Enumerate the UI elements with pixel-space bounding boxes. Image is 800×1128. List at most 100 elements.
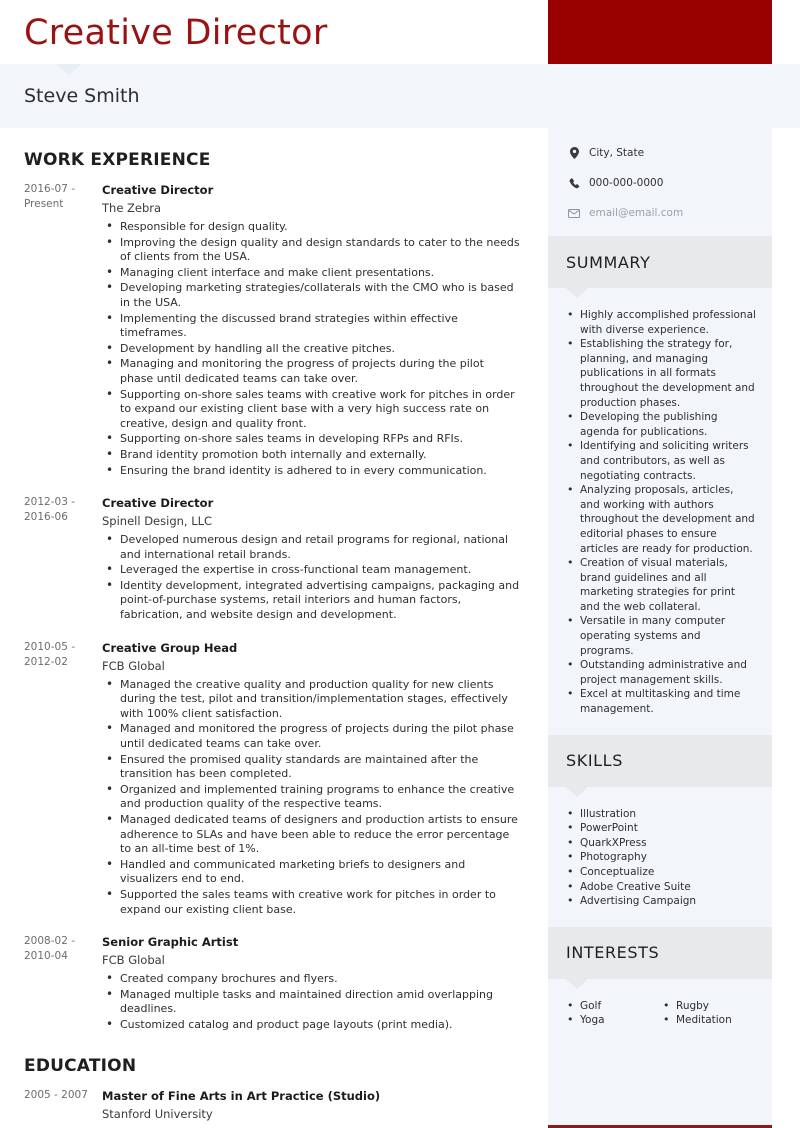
- experience-body: Creative Director The Zebra Responsible fo…: [100, 182, 520, 479]
- experience-dates: 2010-05 - 2012-02: [24, 640, 75, 668]
- experience-entry: 2016-07 - Present Creative Director The Ze…: [24, 182, 520, 479]
- chevron-notch-icon: [566, 978, 588, 989]
- location-pin-icon: [566, 147, 582, 159]
- experience-bullet: Created company brochures and flyers.: [102, 971, 520, 987]
- skill-item: Photography: [564, 849, 756, 865]
- experience-bullet: Brand identity promotion both internally…: [102, 447, 520, 463]
- contact-block: City, State 000-000-0000 email@email.com: [548, 128, 772, 236]
- experience-bullet: Identity development, integrated adverti…: [102, 578, 520, 623]
- experience-bullet: Ensured the promised quality standards a…: [102, 752, 520, 782]
- experience-bullet: Supported the sales teams with creative …: [102, 887, 520, 917]
- skills-block: IllustrationPowerPointQuarkXPressPhotogr…: [548, 787, 772, 927]
- summary-block: Highly accomplished professional with di…: [548, 288, 772, 735]
- experience-entry: 2010-05 - 2012-02 Creative Group Head FCB …: [24, 640, 520, 919]
- education-list: 2005 - 2007 Master of Fine Arts in Art Pr…: [24, 1088, 520, 1123]
- name-band: Steve Smith: [0, 64, 800, 128]
- summary-item: Highly accomplished professional with di…: [564, 307, 756, 337]
- skill-item: Adobe Creative Suite: [564, 879, 756, 895]
- contact-row[interactable]: City, State: [566, 146, 754, 160]
- summary-item: Developing the publishing agenda for pub…: [564, 409, 756, 439]
- experience-body: Creative Director Spinell Design, LLC Deve…: [100, 495, 520, 624]
- interests-list-right: RugbyMeditation: [660, 998, 756, 1028]
- interests-grid: GolfYoga RugbyMeditation: [564, 998, 756, 1028]
- contact-row[interactable]: email@email.com: [566, 206, 754, 220]
- body: WORK EXPERIENCE 2016-07 - Present Creativ…: [0, 128, 800, 1128]
- experience-role: Creative Director: [102, 496, 214, 511]
- experience-bullet: Supporting on-shore sales teams in devel…: [102, 431, 520, 447]
- summary-item: Identifying and soliciting writers and c…: [564, 438, 756, 483]
- experience-bullets: Developed numerous design and retail pro…: [102, 532, 520, 623]
- contact-row[interactable]: 000-000-0000: [566, 176, 754, 190]
- experience-bullet: Managed multiple tasks and maintained di…: [102, 987, 520, 1017]
- experience-bullet: Customized catalog and product page layo…: [102, 1017, 520, 1033]
- interests-heading: INTERESTS: [566, 943, 660, 963]
- summary-item: Excel at multitasking and time managemen…: [564, 686, 756, 716]
- interest-item: Meditation: [660, 1012, 756, 1028]
- experience-bullet: Managed and monitored the progress of pr…: [102, 721, 520, 751]
- experience-role: Creative Group Head: [102, 640, 238, 655]
- phone-icon: [566, 177, 582, 189]
- experience-entry: 2008-02 - 2010-04 Senior Graphic Artist FC…: [24, 934, 520, 1033]
- experience-bullet: Managed dedicated teams of designers and…: [102, 812, 520, 857]
- skill-item: Conceptualize: [564, 864, 756, 880]
- experience-bullet: Responsible for design quality.: [102, 219, 520, 235]
- skills-heading: SKILLS: [566, 751, 623, 771]
- skills-list: IllustrationPowerPointQuarkXPressPhotogr…: [564, 806, 756, 909]
- interest-item: Rugby: [660, 998, 756, 1014]
- education-body: Master of Fine Arts in Art Practice (Stu…: [100, 1088, 520, 1123]
- experience-body: Senior Graphic Artist FCB Global Created c…: [100, 934, 520, 1033]
- summary-list: Highly accomplished professional with di…: [564, 307, 756, 717]
- experience-bullet: Supporting on-shore sales teams with cre…: [102, 387, 520, 432]
- contact-text: email@email.com: [589, 207, 684, 219]
- candidate-name: Steve Smith: [24, 85, 140, 107]
- education-heading: EDUCATION: [24, 1055, 137, 1076]
- resume-page: Creative Director Steve Smith WORK EXPER…: [0, 0, 800, 1128]
- experience-bullet: Developed numerous design and retail pro…: [102, 532, 520, 562]
- education-entry: 2005 - 2007 Master of Fine Arts in Art Pr…: [24, 1088, 520, 1123]
- experience-body: Creative Group Head FCB Global Managed the…: [100, 640, 520, 919]
- sidebar-panel: City, State 000-000-0000 email@email.com S…: [548, 128, 772, 1128]
- experience-bullets: Created company brochures and flyers.Man…: [102, 971, 520, 1033]
- header: Creative Director: [0, 0, 800, 64]
- experience-dates: 2008-02 - 2010-04: [24, 935, 75, 963]
- experience-bullet: Developing marketing strategies/collater…: [102, 280, 520, 310]
- experience-role: Creative Director: [102, 183, 214, 197]
- education-dates: 2005 - 2007: [24, 1088, 88, 1101]
- skill-item: Illustration: [564, 806, 756, 822]
- interests-heading-band: INTERESTS: [548, 926, 772, 989]
- experience-organization: Spinell Design, LLC: [102, 514, 213, 529]
- experience-bullets: Managed the creative quality and product…: [102, 677, 520, 918]
- experience-organization: FCB Global: [102, 658, 165, 673]
- contact-text: 000-000-0000: [589, 177, 664, 189]
- summary-item: Versatile in many computer operating sys…: [564, 613, 756, 658]
- experience-bullet: Implementing the discussed brand strateg…: [102, 311, 520, 341]
- experience-bullet: Organized and implemented training progr…: [102, 782, 520, 812]
- contact-text: City, State: [589, 147, 645, 159]
- skills-heading-band: SKILLS: [548, 734, 772, 797]
- experience-bullet: Handled and communicated marketing brief…: [102, 857, 520, 887]
- chevron-notch-icon: [566, 288, 588, 298]
- summary-item: Outstanding administrative and project m…: [564, 657, 756, 687]
- sidebar: City, State 000-000-0000 email@email.com S…: [548, 128, 800, 1128]
- experience-entry: 2012-03 - 2016-06 Creative Director Spinel…: [24, 495, 520, 624]
- envelope-icon: [566, 208, 582, 218]
- education-degree: Master of Fine Arts in Art Practice (Stu…: [102, 1088, 381, 1103]
- experience-list: 2016-07 - Present Creative Director The Ze…: [24, 182, 520, 1034]
- summary-item: Analyzing proposals, articles, and worki…: [564, 482, 756, 556]
- summary-item: Establishing the strategy for, planning,…: [564, 336, 756, 410]
- experience-bullet: Leveraged the expertise in cross-functio…: [102, 562, 520, 578]
- skill-item: PowerPoint: [564, 820, 756, 836]
- summary-heading: SUMMARY: [566, 252, 651, 272]
- experience-organization: The Zebra: [102, 201, 162, 215]
- main-column: WORK EXPERIENCE 2016-07 - Present Creativ…: [0, 128, 548, 1128]
- experience-bullets: Responsible for design quality.Improving…: [102, 219, 520, 479]
- interest-item: Yoga: [564, 1012, 660, 1028]
- interests-column-left: GolfYoga: [564, 998, 660, 1028]
- interests-column-right: RugbyMeditation: [660, 998, 756, 1028]
- work-experience-heading: WORK EXPERIENCE: [24, 150, 211, 170]
- accent-block: [548, 0, 772, 64]
- experience-bullet: Managing and monitoring the progress of …: [102, 356, 520, 386]
- experience-bullet: Ensuring the brand identity is adhered t…: [102, 463, 520, 479]
- experience-bullet: Development by handling all the creative…: [102, 341, 520, 357]
- experience-bullet: Managed the creative quality and product…: [102, 677, 520, 722]
